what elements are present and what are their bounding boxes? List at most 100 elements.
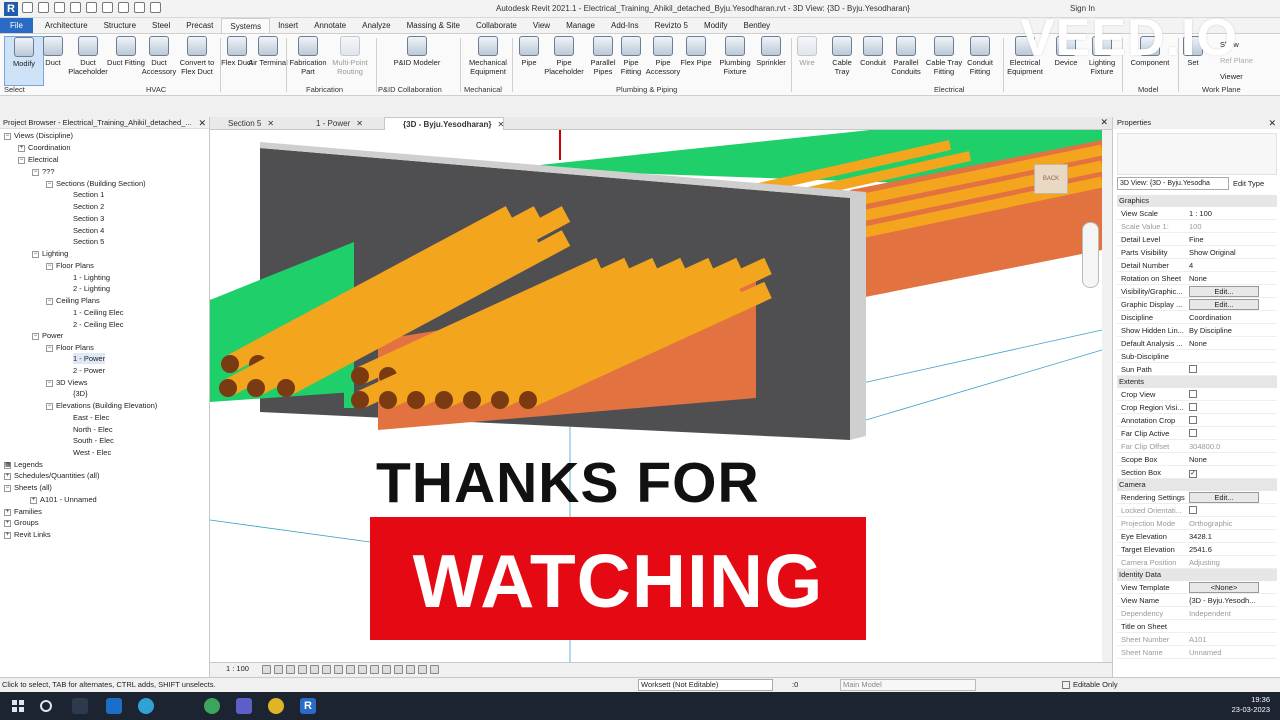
property-row[interactable]: Detail Number 4 bbox=[1117, 259, 1277, 272]
edit-button[interactable]: <None> bbox=[1189, 582, 1259, 593]
cable-tray-button[interactable]: Cable Tray bbox=[824, 36, 860, 76]
shadows-icon[interactable] bbox=[298, 665, 307, 674]
render-icon[interactable] bbox=[310, 665, 319, 674]
duct-placeholder-button[interactable]: Duct Placeholder bbox=[68, 36, 108, 76]
save-icon[interactable] bbox=[38, 2, 49, 13]
tree-1-power[interactable]: 1 - Power bbox=[73, 353, 106, 364]
duct-accessory-button[interactable]: Duct Accessory bbox=[139, 36, 179, 76]
open-icon[interactable] bbox=[22, 2, 33, 13]
tree-section-2[interactable]: Section 2 bbox=[73, 201, 104, 212]
tree-2-lighting[interactable]: 2 - Lighting bbox=[73, 283, 110, 294]
view-tab-1-power[interactable]: 1 - Power ✕ bbox=[298, 117, 384, 130]
close-icon[interactable]: ✕ bbox=[267, 119, 274, 128]
property-row[interactable]: Sun Path bbox=[1117, 363, 1277, 376]
print-icon[interactable] bbox=[102, 2, 113, 13]
conduit-fitting-button[interactable]: Conduit Fitting bbox=[960, 36, 1000, 76]
tree-power-floor-plans[interactable]: − Floor Plans bbox=[46, 342, 94, 353]
property-row[interactable]: Rotation on Sheet None bbox=[1117, 272, 1277, 285]
property-section[interactable]: Identity Data bbox=[1117, 569, 1277, 581]
app-icon[interactable] bbox=[204, 698, 220, 714]
sprinkler-button[interactable]: Sprinkler bbox=[752, 36, 790, 67]
tree-electrical[interactable]: − Electrical bbox=[18, 154, 58, 165]
edit-button[interactable]: Edit... bbox=[1189, 299, 1259, 310]
close-icon[interactable]: ✕ bbox=[1268, 117, 1276, 129]
property-row[interactable]: Sheet Name Unnamed bbox=[1117, 646, 1277, 659]
group-select[interactable]: Select bbox=[4, 85, 25, 94]
detail-level-icon[interactable] bbox=[262, 665, 271, 674]
tree-south-elec[interactable]: South - Elec bbox=[73, 435, 114, 446]
property-row[interactable]: Show Hidden Lin... By Discipline bbox=[1117, 324, 1277, 337]
property-row[interactable]: Sheet Number A101 bbox=[1117, 633, 1277, 646]
property-checkbox[interactable] bbox=[1189, 429, 1197, 437]
property-row[interactable]: Title on Sheet bbox=[1117, 620, 1277, 633]
tree-2-power[interactable]: 2 - Power bbox=[73, 365, 105, 376]
type-selector[interactable]: 3D View: {3D - Byju.Yesodha bbox=[1117, 177, 1229, 190]
navigation-bar[interactable] bbox=[1082, 222, 1099, 288]
tab-file[interactable]: File bbox=[0, 18, 33, 33]
edge-icon[interactable] bbox=[138, 698, 154, 714]
tree-elevations[interactable]: − Elevations (Building Elevation) bbox=[46, 400, 157, 411]
lock-view-icon[interactable] bbox=[346, 665, 355, 674]
windows-start-icon[interactable] bbox=[12, 700, 24, 712]
tree-unknown[interactable]: −??? bbox=[32, 166, 55, 177]
property-row[interactable]: Rendering Settings Edit... bbox=[1117, 491, 1277, 504]
property-row[interactable]: Section Box ✓ bbox=[1117, 466, 1277, 479]
tab-insert[interactable]: Insert bbox=[270, 18, 306, 33]
edit-button[interactable]: Edit... bbox=[1189, 492, 1259, 503]
tree-3d-views[interactable]: −3D Views bbox=[46, 377, 88, 388]
convert-to-flex-duct-button[interactable]: Convert to Flex Duct bbox=[177, 36, 217, 76]
task-view-icon[interactable] bbox=[72, 698, 88, 714]
tree-section-1[interactable]: Section 1 bbox=[73, 189, 104, 200]
property-checkbox[interactable]: ✓ bbox=[1189, 470, 1197, 478]
property-checkbox[interactable] bbox=[1189, 416, 1197, 424]
property-row[interactable]: Eye Elevation 3428.1 bbox=[1117, 530, 1277, 543]
measure-icon[interactable] bbox=[118, 2, 129, 13]
property-row[interactable]: Far Clip Active bbox=[1117, 427, 1277, 440]
tree-section-5[interactable]: Section 5 bbox=[73, 236, 104, 247]
tab-annotate[interactable]: Annotate bbox=[306, 18, 354, 33]
tree-section-3[interactable]: Section 3 bbox=[73, 213, 104, 224]
tree-lighting[interactable]: − Lighting bbox=[32, 248, 68, 259]
property-row[interactable]: Detail Level Fine bbox=[1117, 233, 1277, 246]
pid-modeler-button[interactable]: P&ID Modeler bbox=[388, 36, 446, 67]
duct-button[interactable]: Duct bbox=[36, 36, 70, 67]
property-checkbox[interactable] bbox=[1189, 506, 1197, 514]
tree-lighting-floor-plans[interactable]: − Floor Plans bbox=[46, 260, 94, 271]
tab-manage[interactable]: Manage bbox=[558, 18, 603, 33]
property-checkbox[interactable] bbox=[1189, 390, 1197, 398]
property-checkbox[interactable] bbox=[1189, 365, 1197, 373]
hide-isolate-icon[interactable] bbox=[358, 665, 367, 674]
view-tab-3d[interactable]: {3D - Byju.Yesodharan} ✕ bbox=[384, 117, 504, 130]
close-icon[interactable]: ✕ bbox=[356, 119, 363, 128]
property-row[interactable]: Default Analysis ... None bbox=[1117, 337, 1277, 350]
tree-groups[interactable]: + Groups bbox=[4, 517, 39, 528]
tab-precast[interactable]: Precast bbox=[178, 18, 221, 33]
property-row[interactable]: Crop View bbox=[1117, 388, 1277, 401]
property-row[interactable]: Dependency Independent bbox=[1117, 607, 1277, 620]
show-crop-icon[interactable] bbox=[334, 665, 343, 674]
reveal-hidden-icon[interactable] bbox=[370, 665, 379, 674]
air-terminal-button[interactable]: Air Terminal bbox=[248, 36, 288, 67]
undo-icon[interactable] bbox=[70, 2, 81, 13]
tree-1-ceiling-elec[interactable]: 1 - Ceiling Elec bbox=[73, 307, 123, 318]
3d-view-icon[interactable] bbox=[150, 2, 161, 13]
visual-style-icon[interactable] bbox=[274, 665, 283, 674]
tree-3d[interactable]: {3D} bbox=[73, 388, 88, 399]
property-row[interactable]: View Template <None> bbox=[1117, 581, 1277, 594]
sun-path-icon[interactable] bbox=[286, 665, 295, 674]
property-section[interactable]: Extents bbox=[1117, 376, 1277, 388]
viewer-button[interactable]: Viewer bbox=[1220, 72, 1243, 81]
tab-analyze[interactable]: Analyze bbox=[354, 18, 398, 33]
wire-button[interactable]: Wire bbox=[792, 36, 822, 67]
tree-ceiling-plans[interactable]: − Ceiling Plans bbox=[46, 295, 100, 306]
property-row[interactable]: Far Clip Offset 304800.0 bbox=[1117, 440, 1277, 453]
view-scale[interactable]: 1 : 100 bbox=[226, 663, 249, 675]
crop-view-icon[interactable] bbox=[322, 665, 331, 674]
tab-structure[interactable]: Structure bbox=[96, 18, 144, 33]
property-row[interactable]: Crop Region Visi... bbox=[1117, 401, 1277, 414]
property-row[interactable]: Scope Box None bbox=[1117, 453, 1277, 466]
property-row[interactable]: Target Elevation 2541.6 bbox=[1117, 543, 1277, 556]
tree-schedules[interactable]: + Schedules/Quantities (all) bbox=[4, 470, 99, 481]
view-tab-section-5[interactable]: Section 5 ✕ bbox=[210, 117, 298, 130]
property-row[interactable]: Camera Position Adjusting bbox=[1117, 556, 1277, 569]
